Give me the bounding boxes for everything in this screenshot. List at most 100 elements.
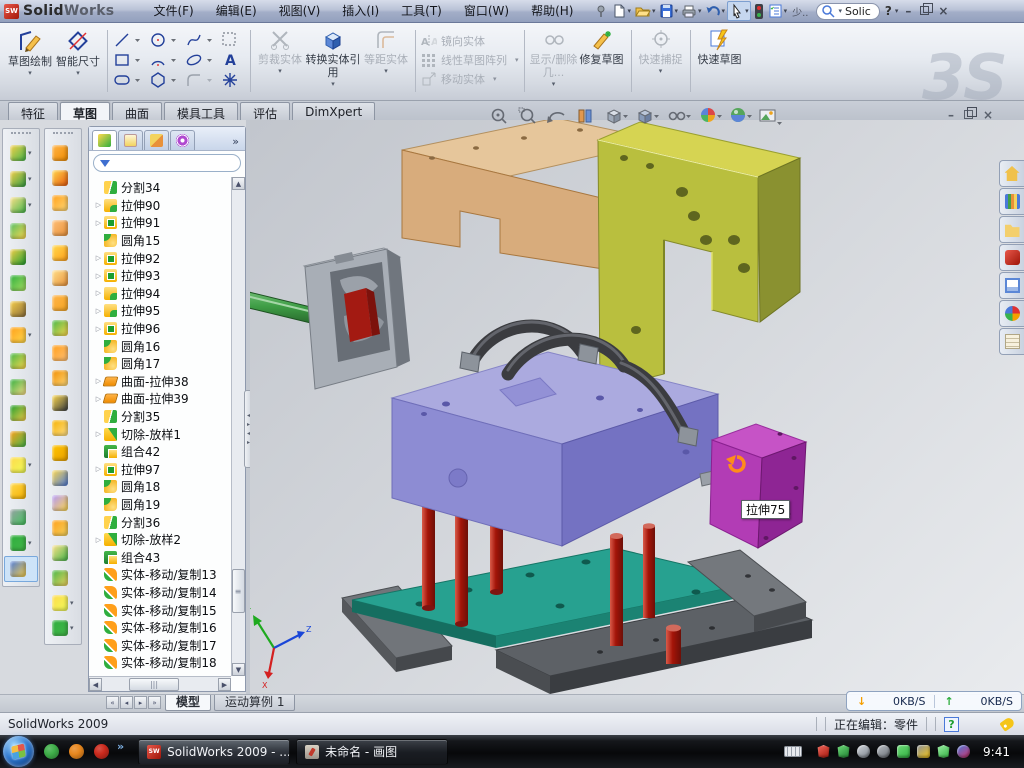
hide-show-items-icon[interactable] xyxy=(670,113,692,120)
file-explorer-button[interactable] xyxy=(999,216,1024,243)
dropdown-arrow[interactable]: ▾ xyxy=(28,331,32,339)
swept-surface-icon[interactable] xyxy=(46,315,80,340)
scroll-right-arrow[interactable]: ▶ xyxy=(218,678,231,691)
cm-tab-1[interactable]: 草图 xyxy=(60,102,110,121)
delete-face-icon[interactable] xyxy=(46,390,80,415)
expand-arrow[interactable]: ▷ xyxy=(93,254,104,262)
tab-nav-button-0[interactable]: « xyxy=(106,696,119,709)
shell-icon[interactable] xyxy=(4,244,38,270)
antivirus-shield-icon[interactable] xyxy=(817,745,830,758)
wedge-icon[interactable] xyxy=(4,270,38,296)
tree-item[interactable]: ▷拉伸93 xyxy=(93,267,231,285)
latch-lock-block[interactable] xyxy=(304,248,410,389)
tree-item[interactable]: ▷拉伸97 xyxy=(93,461,231,479)
tree-item[interactable]: ▷切除-放样2 xyxy=(93,531,231,549)
doc-minimize-button[interactable]: – xyxy=(948,108,954,122)
cm-tab-2[interactable]: 曲面 xyxy=(112,102,162,120)
reference-geometry-icon[interactable]: ▾ xyxy=(46,590,80,615)
quick-launch-overflow-icon[interactable]: » xyxy=(117,740,124,753)
pattern-icon[interactable]: ▾ xyxy=(4,322,38,348)
rectangle-tool-icon[interactable] xyxy=(116,55,128,65)
convert-entities-button[interactable]: 转换实体引用 ▾ xyxy=(304,28,362,88)
slot-tool-icon[interactable] xyxy=(115,76,129,84)
tree-item[interactable]: ▷拉伸91 xyxy=(93,214,231,232)
dome-icon[interactable] xyxy=(46,565,80,590)
stop-pin[interactable] xyxy=(666,625,681,665)
revolve-icon[interactable] xyxy=(46,140,80,165)
dropdown-arrow[interactable]: ▾ xyxy=(70,599,74,607)
hole-wizard-icon[interactable] xyxy=(4,296,38,322)
loft-icon[interactable] xyxy=(46,215,80,240)
tab-nav-button-2[interactable]: ▸ xyxy=(134,696,147,709)
help-button[interactable]: ? xyxy=(885,4,892,18)
tree-item[interactable]: 分割34 xyxy=(93,179,231,197)
arc-tool-icon[interactable] xyxy=(152,62,164,65)
custom-properties-button[interactable] xyxy=(999,328,1024,355)
planar-surface-icon[interactable] xyxy=(46,290,80,315)
curve-icon[interactable]: ▾ xyxy=(46,615,80,640)
line-tool-icon[interactable] xyxy=(116,34,128,46)
tree-item[interactable]: ▷曲面-拉伸38 xyxy=(93,373,231,391)
media-app-icon[interactable] xyxy=(69,744,84,759)
curve-icon[interactable]: ▾ xyxy=(4,530,38,556)
sketch-fillet-icon[interactable] xyxy=(188,75,200,86)
sweep-icon[interactable] xyxy=(46,190,80,215)
dropdown-arrow[interactable]: ▾ xyxy=(28,175,32,183)
tag-icon[interactable] xyxy=(999,716,1015,732)
vertical-scroll-thumb[interactable]: ≡ xyxy=(232,569,245,613)
search-input[interactable]: Solic xyxy=(845,5,871,18)
tab-nav-button-3[interactable]: » xyxy=(148,696,161,709)
tree-item[interactable]: ▷拉伸90 xyxy=(93,197,231,215)
freeform-icon[interactable] xyxy=(46,490,80,515)
tree-item[interactable]: 组合42 xyxy=(93,443,231,461)
offset-surface-icon[interactable] xyxy=(46,340,80,365)
split-icon[interactable] xyxy=(4,374,38,400)
zoom-area-icon[interactable] xyxy=(519,108,535,123)
keyboard-layout-icon[interactable] xyxy=(784,746,802,757)
propertymanager-tab[interactable] xyxy=(118,130,143,150)
draft-icon[interactable] xyxy=(4,218,38,244)
options-checklist-button[interactable]: ▾ xyxy=(767,2,789,20)
cm-tab-4[interactable]: 评估 xyxy=(240,102,290,120)
appearances-scenes-button[interactable] xyxy=(999,300,1024,327)
section-view-icon[interactable] xyxy=(579,110,591,122)
tree-item[interactable]: 实体-移动/复制17 xyxy=(93,636,231,654)
tree-item[interactable]: 分割35 xyxy=(93,408,231,426)
menu-item-3[interactable]: 插入(I) xyxy=(331,0,390,22)
view-settings-icon[interactable] xyxy=(760,110,782,125)
smart-dimension-button[interactable]: 智能尺寸 ▾ xyxy=(54,28,102,77)
cm-tab-0[interactable]: 特征 xyxy=(8,102,58,120)
axis-icon[interactable] xyxy=(4,504,38,530)
start-button[interactable] xyxy=(3,736,34,767)
menu-item-5[interactable]: 窗口(W) xyxy=(453,0,520,22)
fillet-icon[interactable]: ▾ xyxy=(4,192,38,218)
measure-icon[interactable] xyxy=(4,556,38,582)
expand-arrow[interactable]: ▷ xyxy=(93,325,104,333)
select-tool-button[interactable]: ▾ xyxy=(727,1,751,21)
view-palette-button[interactable] xyxy=(999,272,1024,299)
tree-item[interactable]: 圆角17 xyxy=(93,355,231,373)
graphics-viewport[interactable]: Y Z X xyxy=(250,120,1024,694)
extruded-boss-icon[interactable]: ▾ xyxy=(4,140,38,166)
task-pane-home-button[interactable] xyxy=(999,160,1024,187)
expand-arrow[interactable]: ▷ xyxy=(93,289,104,297)
taskbar-button-1[interactable]: 未命名 - 画图 xyxy=(296,739,448,765)
smart-dimension-dropdown-arrow[interactable]: ▾ xyxy=(76,69,80,77)
safety-status-icon[interactable] xyxy=(957,745,970,758)
tree-item[interactable]: 实体-移动/复制15 xyxy=(93,601,231,619)
tree-vertical-scrollbar[interactable]: ▲ ≡ ▼ xyxy=(231,177,245,676)
tree-item[interactable]: 实体-移动/复制18 xyxy=(93,654,231,672)
document-tab-1[interactable]: 运动算例 1 xyxy=(214,695,295,711)
ellipse-tool-icon[interactable] xyxy=(186,53,202,66)
expand-arrow[interactable]: ▷ xyxy=(93,219,104,227)
surface-icon[interactable] xyxy=(46,265,80,290)
tree-item[interactable]: ▷拉伸96 xyxy=(93,320,231,338)
panel-overflow-button[interactable]: » xyxy=(232,135,243,150)
scroll-left-arrow[interactable]: ◀ xyxy=(89,678,102,691)
point-tool-icon[interactable] xyxy=(223,73,237,87)
quick-tips-icon[interactable]: ? xyxy=(944,717,959,732)
scroll-up-arrow[interactable]: ▲ xyxy=(232,177,245,190)
3d-model[interactable]: Y Z X xyxy=(250,120,1024,694)
surface-fillet-icon[interactable] xyxy=(46,540,80,565)
solidworks-quicklaunch-icon[interactable] xyxy=(94,744,109,759)
